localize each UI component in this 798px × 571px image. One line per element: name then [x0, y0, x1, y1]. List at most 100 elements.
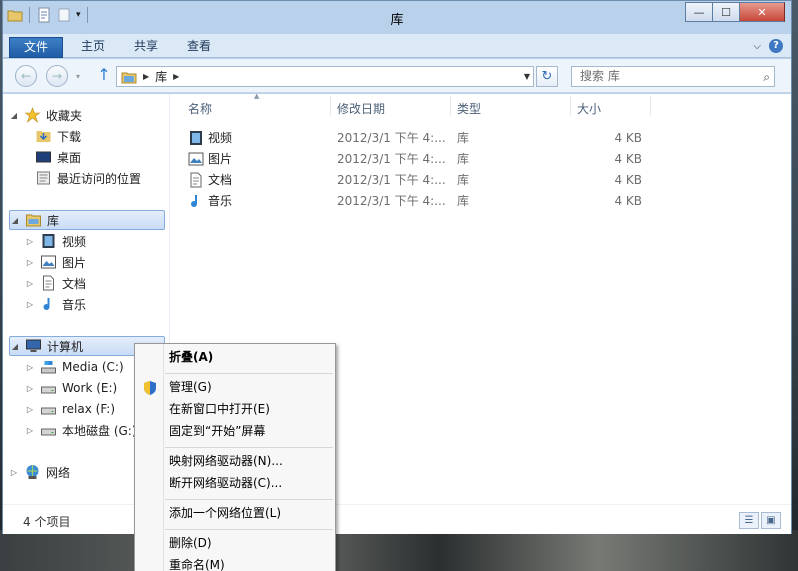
column-type[interactable]: 类型	[457, 100, 481, 117]
hard-drive-icon	[41, 386, 56, 394]
view-switcher: ☰ ▣	[739, 512, 781, 529]
menu-item-delete[interactable]: 删除(D)	[169, 532, 212, 554]
collapse-arrow-icon[interactable]: ▷	[25, 384, 35, 393]
collapse-arrow-icon[interactable]: ▷	[25, 279, 35, 288]
column-divider[interactable]	[330, 96, 331, 116]
hard-drive-icon	[41, 407, 56, 415]
uac-shield-icon	[144, 381, 156, 395]
computer-icon	[26, 339, 41, 352]
tree-item-pictures[interactable]: ▷ 图片	[25, 252, 86, 272]
table-row[interactable]: 图片 2012/3/1 下午 4:... 库 4 KB	[170, 148, 650, 169]
content-area: ◢ 收藏夹 下载 桌面 最近访问的位置 ◢ 库 ▷ 视频 ▷ 图片 ▷ 文档 ▷…	[3, 92, 791, 504]
address-dropdown-icon[interactable]: ▼	[524, 68, 530, 86]
tree-item-drive-f[interactable]: ▷ relax (F:)	[25, 399, 115, 419]
chevron-right-icon[interactable]: ▶	[173, 72, 179, 81]
tree-item-music[interactable]: ▷ 音乐	[25, 294, 86, 314]
tree-libraries[interactable]: ◢ 库	[9, 210, 165, 230]
expand-arrow-icon[interactable]: ◢	[9, 111, 19, 120]
column-divider[interactable]	[450, 96, 451, 116]
tree-item-drive-c[interactable]: ▷ Media (C:)	[25, 357, 124, 377]
tab-share[interactable]: 共享	[120, 37, 172, 58]
tree-label: 文档	[62, 276, 87, 291]
window-title: 库	[390, 13, 404, 28]
column-divider[interactable]	[570, 96, 571, 116]
tree-item-desktop[interactable]: 桌面	[35, 147, 81, 167]
menu-item-manage[interactable]: 管理(G)	[169, 376, 212, 398]
details-view-icon[interactable]: ☰	[739, 512, 759, 529]
expand-arrow-icon[interactable]: ◢	[10, 342, 20, 351]
recent-locations-icon[interactable]: ▾	[76, 72, 80, 81]
ribbon-tabs: 文件 主页 共享 查看	[3, 34, 791, 58]
file-name-cell: 视频	[188, 129, 232, 146]
search-icon[interactable]: ⌕	[763, 68, 770, 87]
system-drive-icon	[41, 361, 56, 374]
forward-button[interactable]: →	[46, 65, 68, 87]
tree-item-drive-e[interactable]: ▷ Work (E:)	[25, 378, 117, 398]
collapse-arrow-icon[interactable]: ▷	[25, 405, 35, 414]
tree-label: 网络	[46, 465, 71, 480]
chevron-right-icon[interactable]: ▶	[143, 72, 149, 81]
maximize-button[interactable]: ☐	[712, 2, 739, 22]
tab-file[interactable]: 文件	[9, 37, 64, 58]
column-size[interactable]: 大小	[577, 100, 601, 117]
date-cell: 2012/3/1 下午 4:...	[337, 173, 446, 187]
table-row[interactable]: 音乐 2012/3/1 下午 4:... 库 4 KB	[170, 190, 650, 211]
collapse-arrow-icon[interactable]: ▷	[25, 426, 35, 435]
library-icon	[121, 72, 137, 83]
tree-item-videos[interactable]: ▷ 视频	[25, 231, 86, 251]
file-name: 视频	[208, 131, 233, 145]
table-row[interactable]: 文档 2012/3/1 下午 4:... 库 4 KB	[170, 169, 650, 190]
expand-arrow-icon[interactable]: ◢	[10, 216, 20, 225]
ribbon-controls: ⌵ ?	[753, 39, 783, 53]
tree-favorites[interactable]: ◢ 收藏夹	[9, 105, 82, 125]
tree-label: 收藏夹	[46, 108, 83, 123]
close-button[interactable]: ✕	[739, 2, 785, 22]
minimize-button[interactable]: —	[685, 2, 712, 22]
expand-ribbon-icon[interactable]: ⌵	[753, 41, 761, 52]
search-input[interactable]: 搜索 库 ⌕	[571, 66, 775, 87]
tree-network[interactable]: ▷ 网络	[9, 462, 70, 482]
file-name-cell: 文档	[188, 171, 232, 188]
menu-item-disconnect-drive[interactable]: 断开网络驱动器(C)...	[169, 472, 282, 494]
tree-label: 图片	[62, 255, 87, 270]
document-library-icon	[190, 172, 202, 187]
help-icon[interactable]: ?	[769, 39, 783, 53]
menu-gutter	[163, 344, 164, 571]
table-row[interactable]: 视频 2012/3/1 下午 4:... 库 4 KB	[170, 127, 650, 148]
menu-item-map-drive[interactable]: 映射网络驱动器(N)...	[169, 450, 283, 472]
back-button[interactable]: ←	[15, 65, 37, 87]
address-bar[interactable]: ▶ 库 ▶ ▼	[116, 66, 534, 87]
collapse-arrow-icon[interactable]: ▷	[25, 237, 35, 246]
collapse-arrow-icon[interactable]: ▷	[9, 468, 19, 477]
tree-item-recent[interactable]: 最近访问的位置	[35, 168, 141, 188]
menu-item-pin-to-start[interactable]: 固定到“开始”屏幕	[169, 420, 265, 442]
tab-home[interactable]: 主页	[67, 37, 119, 58]
collapse-arrow-icon[interactable]: ▷	[25, 300, 35, 309]
tree-item-drive-g[interactable]: ▷ 本地磁盘 (G:)	[25, 420, 137, 440]
large-icons-view-icon[interactable]: ▣	[761, 512, 781, 529]
menu-item-rename[interactable]: 重命名(M)	[169, 554, 225, 571]
menu-item-add-network-location[interactable]: 添加一个网络位置(L)	[169, 502, 281, 524]
up-button[interactable]: ↑	[96, 66, 112, 84]
menu-item-collapse[interactable]: 折叠(A)	[169, 346, 213, 368]
refresh-button[interactable]: ↻	[536, 66, 558, 87]
navigation-bar: ← → ▾ ↑ ▶ 库 ▶ ▼ ↻ 搜索 库 ⌕	[3, 59, 791, 93]
collapse-arrow-icon[interactable]: ▷	[25, 363, 35, 372]
file-name: 音乐	[208, 194, 233, 208]
tree-label: relax (F:)	[62, 402, 116, 416]
menu-divider	[165, 373, 333, 374]
column-divider[interactable]	[650, 96, 651, 116]
video-library-icon	[42, 234, 55, 248]
type-cell: 库	[457, 173, 470, 187]
tree-item-documents[interactable]: ▷ 文档	[25, 273, 86, 293]
music-library-icon	[43, 298, 50, 311]
menu-item-open-new-window[interactable]: 在新窗口中打开(E)	[169, 398, 270, 420]
tree-item-downloads[interactable]: 下载	[35, 126, 81, 146]
tab-view[interactable]: 查看	[173, 37, 225, 58]
column-name[interactable]: 名称	[188, 100, 212, 117]
desktop-background	[0, 530, 798, 571]
column-date-modified[interactable]: 修改日期	[337, 100, 385, 117]
tree-label: Work (E:)	[62, 381, 118, 395]
collapse-arrow-icon[interactable]: ▷	[25, 258, 35, 267]
breadcrumb-library[interactable]: 库	[155, 68, 167, 85]
